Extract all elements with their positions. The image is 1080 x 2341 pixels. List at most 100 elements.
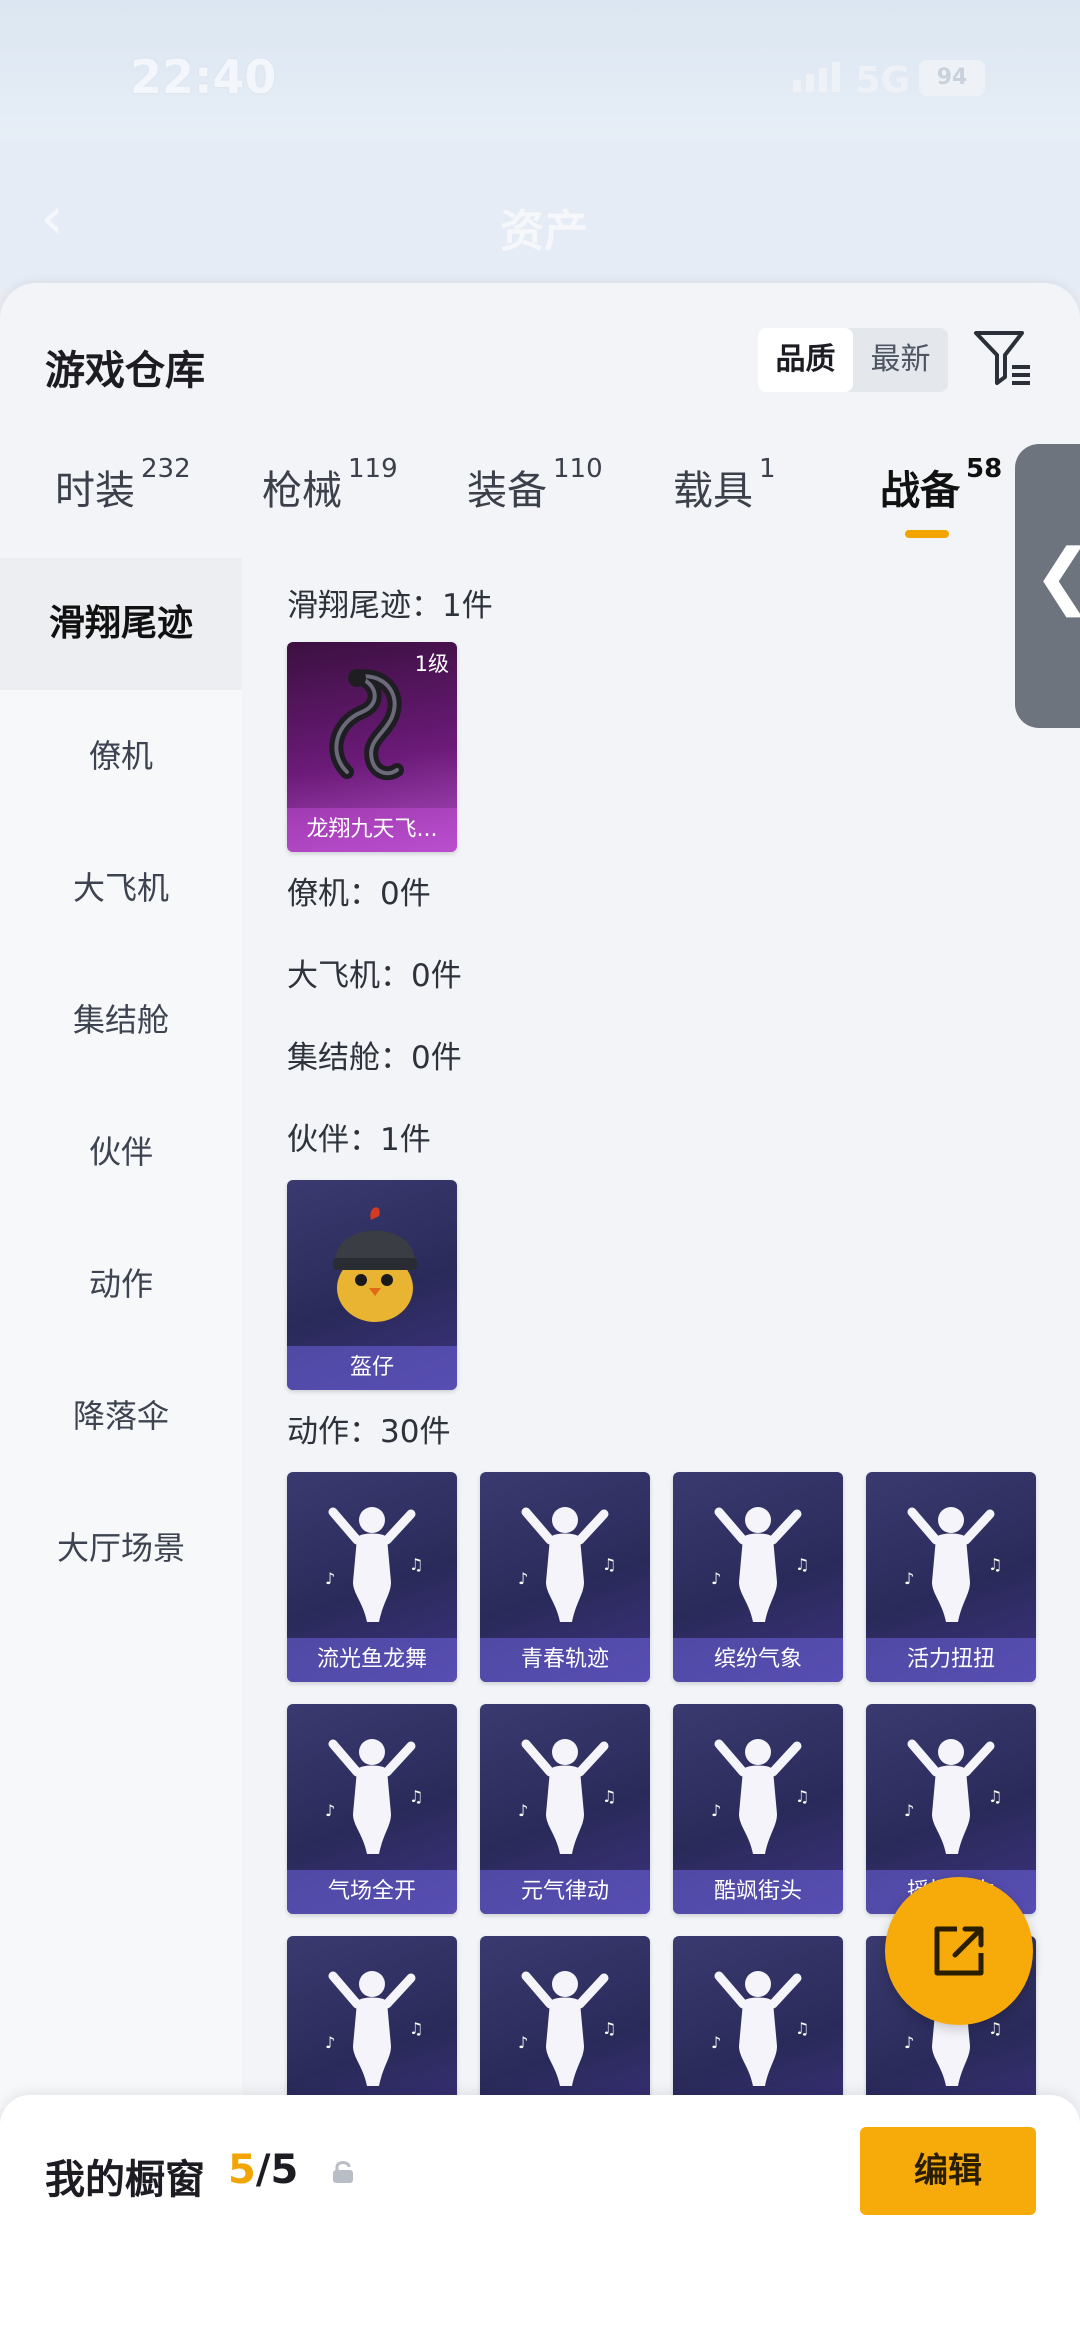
sort-newest-button[interactable]: 最新 (853, 328, 948, 392)
dancer-silhouette-icon: ♪♫ (711, 1507, 809, 1622)
section-header-wingman: 僚机：0件 (287, 876, 431, 912)
sidebar-item-partner[interactable]: 伙伴 (0, 1086, 242, 1218)
dancer-silhouette-icon: ♪♫ (711, 1739, 809, 1854)
lock-icon (333, 2161, 353, 2183)
music-note-icon: ♫ (409, 2019, 423, 2038)
item-card-emote[interactable]: ♪ ♫ 流光鱼龙舞 (287, 1472, 457, 1682)
sidebar-item-wingman[interactable]: 僚机 (0, 690, 242, 822)
status-bar: 22:40 5G 94 (0, 0, 1080, 140)
sidebar-item-emote[interactable]: 动作 (0, 1218, 242, 1350)
music-note-icon: ♪ (518, 1569, 528, 1588)
music-note-icon: ♪ (325, 1801, 335, 1820)
helmet-chick-icon (333, 1207, 417, 1322)
music-note-icon: ♪ (711, 2033, 721, 2052)
dancer-silhouette-icon: ♪♫ (711, 1971, 809, 2086)
category-sidebar: 滑翔尾迹 僚机 大飞机 集结舱 伙伴 动作 降落伞 大厅场景 (0, 558, 242, 2108)
tab-label: 战备 (880, 468, 960, 514)
tab-label: 装备 (467, 468, 547, 514)
dancer-silhouette-icon: ♪♫ (518, 1739, 616, 1854)
sidebar-item-plane[interactable]: 大飞机 (0, 822, 242, 954)
tab-combat-gear[interactable]: 战备 58 (880, 454, 1002, 538)
music-note-icon: ♫ (602, 1555, 616, 1574)
music-note-icon: ♫ (988, 1787, 1002, 1806)
status-time: 22:40 (130, 50, 277, 104)
music-note-icon: ♪ (904, 1569, 914, 1588)
back-arrow-icon[interactable]: ‹ (40, 188, 64, 248)
music-note-icon: ♫ (602, 1787, 616, 1806)
dancer-silhouette-icon: ♪♫ (518, 1971, 616, 2086)
signal-icon (793, 62, 840, 92)
sidebar-item-glide-trail[interactable]: 滑翔尾迹 (0, 558, 242, 690)
battery-icon: 94 (919, 60, 985, 96)
nav-bar: ‹ 资产 (0, 140, 1080, 290)
item-name: 元气律动 (480, 1870, 650, 1914)
dancer-silhouette-icon: ♪♫ (325, 1507, 423, 1622)
item-name: 龙翔九天飞... (287, 808, 457, 852)
page-title: 游戏仓库 (45, 348, 205, 394)
music-note-icon: ♪ (904, 2033, 914, 2052)
showcase-used: 5 (228, 2147, 256, 2193)
dancer-silhouette-icon: ♪♫ (904, 1507, 1002, 1622)
item-level-badge: 1级 (414, 652, 449, 676)
music-note-icon: ♪ (325, 1569, 335, 1588)
tab-equipment[interactable]: 装备 110 (467, 454, 603, 516)
nav-title: 资产 (500, 206, 588, 257)
tab-label: 时装 (55, 468, 135, 514)
tab-count: 119 (348, 454, 398, 484)
tab-count: 58 (966, 454, 1003, 484)
showcase-label: 我的橱窗 (45, 2157, 205, 2203)
music-note-icon: ♫ (602, 2019, 616, 2038)
item-card-glide-trail[interactable]: 1级 龙翔九天飞... (287, 642, 457, 852)
item-card-emote[interactable]: ♪ ♫ 元气律动 (480, 1704, 650, 1914)
music-note-icon: ♪ (904, 1801, 914, 1820)
sidebar-item-parachute[interactable]: 降落伞 (0, 1350, 242, 1482)
item-name: 活力扭扭 (866, 1638, 1036, 1682)
dancer-silhouette-icon: ♪♫ (325, 1739, 423, 1854)
showcase-total: 5 (270, 2147, 299, 2193)
showcase-count: 5/5 (228, 2147, 299, 2193)
item-card-emote[interactable]: ♪ ♫ 酷飒街头 (673, 1704, 843, 1914)
tab-label: 枪械 (262, 468, 342, 514)
tab-firearms[interactable]: 枪械 119 (262, 454, 398, 516)
item-name: 缤纷气象 (673, 1638, 843, 1682)
dancer-silhouette-icon: ♪♫ (518, 1507, 616, 1622)
sidebar-item-lobby-scene[interactable]: 大厅场景 (0, 1482, 242, 1614)
music-note-icon: ♫ (795, 2019, 809, 2038)
external-link-icon (934, 1926, 984, 1976)
section-header-glide: 滑翔尾迹：1件 (287, 588, 493, 624)
network-label: 5G (855, 60, 910, 101)
item-card-emote[interactable]: ♪ ♫ 气场全开 (287, 1704, 457, 1914)
sort-toggle: 品质 最新 (758, 328, 948, 392)
app-root: 22:40 5G 94 ‹ 资产 游戏仓库 品质 最新 时装 232 枪械 119 … (0, 0, 1080, 2341)
music-note-icon: ♪ (325, 2033, 335, 2052)
tab-count: 1 (759, 454, 776, 484)
item-card-partner[interactable]: 盔仔 (287, 1180, 457, 1390)
section-header-pod: 集结舱：0件 (287, 1040, 462, 1076)
tab-fashion[interactable]: 时装 232 (55, 454, 191, 516)
edit-button[interactable]: 编辑 (860, 2127, 1036, 2215)
item-card-emote[interactable]: ♪ ♫ 青春轨迹 (480, 1472, 650, 1682)
share-button[interactable] (885, 1877, 1033, 2025)
active-tab-indicator (905, 530, 949, 538)
dancer-silhouette-icon: ♪♫ (904, 1739, 1002, 1854)
music-note-icon: ♫ (795, 1787, 809, 1806)
item-card-emote[interactable]: ♪ ♫ 活力扭扭 (866, 1472, 1036, 1682)
tab-vehicles[interactable]: 载具 1 (673, 454, 776, 516)
item-card-emote[interactable]: ♪ ♫ 缤纷气象 (673, 1472, 843, 1682)
tab-count: 110 (553, 454, 603, 484)
filter-icon[interactable] (972, 327, 1034, 389)
item-name: 青春轨迹 (480, 1638, 650, 1682)
sidebar-item-pod[interactable]: 集结舱 (0, 954, 242, 1086)
music-note-icon: ♫ (988, 1555, 1002, 1574)
music-note-icon: ♪ (711, 1801, 721, 1820)
music-note-icon: ♪ (711, 1569, 721, 1588)
tab-label: 载具 (673, 468, 753, 514)
section-header-partner: 伙伴：1件 (287, 1122, 431, 1158)
category-tabs: 时装 232 枪械 119 装备 110 载具 1 战备 58 (0, 454, 1080, 558)
music-note-icon: ♫ (409, 1555, 423, 1574)
music-note-icon: ♪ (518, 2033, 528, 2052)
item-name: 气场全开 (287, 1870, 457, 1914)
music-note-icon: ♫ (795, 1555, 809, 1574)
dancer-silhouette-icon: ♪♫ (325, 1971, 423, 2086)
sort-quality-button[interactable]: 品质 (758, 328, 853, 392)
